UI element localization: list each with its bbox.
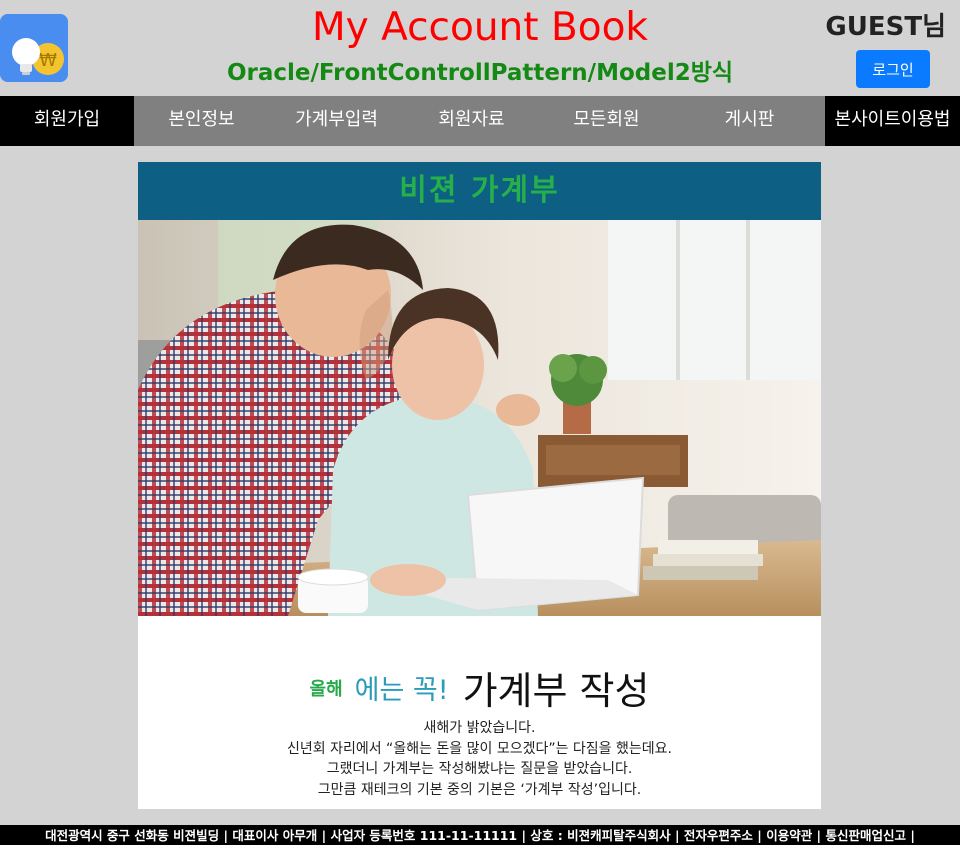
main-banner-card: 비젼 가계부 올해 에는 꼭! 가계부 작성 새해가 밝았습니다. 신년회 자리… (138, 162, 821, 809)
site-header: ₩ My Account Book Oracle/FrontControllPa… (0, 0, 960, 96)
site-subtitle: Oracle/FrontControllPattern/Model2방식 (226, 60, 734, 86)
footer-link-email[interactable]: 전자우편주소 (684, 828, 753, 843)
nav-item-my-info[interactable]: 본인정보 (134, 96, 269, 146)
banner-title: 비젼 가계부 (138, 162, 821, 220)
footer-address: 대전광역시 중구 선화동 비젼빌딩 (45, 828, 220, 843)
promo-line: 그만큼 재테크의 기본 중의 기본은 ‘가계부 작성’입니다. (317, 781, 642, 798)
login-button[interactable]: 로그인 (856, 50, 930, 88)
footer-company: 상호 : 비젼캐피탈주식회사 (530, 828, 671, 843)
promo-text: 새해가 밝았습니다. 신년회 자리에서 “올해는 돈을 많이 모으겠다”는 다짐… (138, 718, 821, 800)
nav-item-budget-input[interactable]: 가계부입력 (269, 96, 404, 146)
footer-link-ecommerce[interactable]: 통신판매업신고 (825, 828, 906, 843)
footer-link-terms[interactable]: 이용약관 (766, 828, 812, 843)
footer-biz-number: 사업자 등록번호 111-11-11111 (330, 828, 518, 843)
nav-item-board[interactable]: 게시판 (674, 96, 825, 146)
nav-item-member-data[interactable]: 회원자료 (404, 96, 539, 146)
promo-word-must: 에는 꼭! (354, 675, 449, 706)
promo-line: 새해가 밝았습니다. (423, 720, 536, 736)
guest-greeting: GUEST님 (825, 12, 946, 42)
main-nav: 회원가입 본인정보 가계부입력 회원자료 모든회원 게시판 본사이트이용법 (0, 96, 960, 146)
nav-item-signup[interactable]: 회원가입 (0, 96, 134, 146)
nav-item-site-guide[interactable]: 본사이트이용법 (825, 96, 960, 146)
promo-line: 그랬더니 가계부는 작성해봤냐는 질문을 받았습니다. (326, 761, 633, 777)
promo-line: 신년회 자리에서 “올해는 돈을 많이 모으겠다”는 다짐을 했는데요. (287, 740, 672, 757)
promo-word-budget-writing: 가계부 작성 (462, 669, 650, 713)
couple-laptop-photo (138, 220, 821, 616)
site-footer: 대전광역시 중구 선화동 비젼빌딩 | 대표이사 아무개 | 사업자 등록번호 … (0, 825, 960, 845)
nav-item-all-members[interactable]: 모든회원 (539, 96, 674, 146)
footer-ceo: 대표이사 아무개 (232, 828, 318, 843)
site-title: My Account Book (311, 5, 649, 50)
promo-headline: 올해 에는 꼭! 가계부 작성 (138, 660, 821, 713)
promo-word-this-year: 올해 (309, 678, 343, 700)
